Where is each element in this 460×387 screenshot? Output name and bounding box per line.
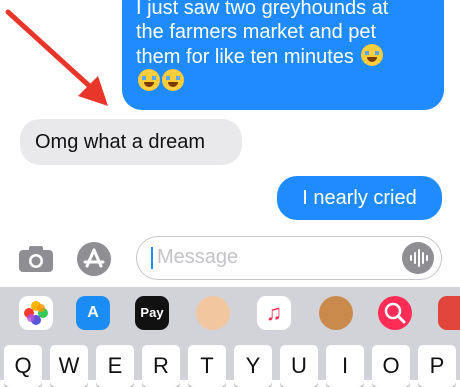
crying-face-emoji-icon [138, 69, 160, 91]
music-app-icon[interactable]: ♫ [257, 296, 291, 330]
key-u[interactable]: U [280, 345, 318, 387]
red-arrow-annotation [5, 9, 108, 106]
incoming-message-bubble[interactable]: Omg what a dream [20, 119, 242, 165]
app-store-app-icon[interactable]: A [76, 296, 110, 330]
key-y[interactable]: Y [234, 345, 272, 387]
waveform-icon[interactable] [402, 242, 434, 274]
memoji-app-icon[interactable] [196, 296, 230, 330]
message-line: I just saw two greyhounds at [136, 0, 389, 19]
key-t[interactable]: T [188, 345, 226, 387]
key-q[interactable]: Q [4, 345, 42, 387]
web-search-app-icon[interactable] [378, 296, 412, 330]
key-w[interactable]: W [50, 345, 88, 387]
app-store-icon[interactable] [77, 242, 111, 276]
key-e[interactable]: E [96, 345, 134, 387]
message-text: Omg what a dream [35, 131, 206, 153]
app-strip-overflow-icon[interactable] [438, 296, 460, 330]
photos-app-icon[interactable] [19, 296, 53, 330]
text-cursor [151, 247, 153, 269]
key-r[interactable]: R [142, 345, 180, 387]
crying-face-emoji-icon [361, 44, 384, 66]
key-i[interactable]: I [326, 345, 364, 387]
key-p[interactable]: P [418, 345, 456, 387]
apple-pay-app-icon[interactable]: Pay [135, 296, 169, 330]
animoji-app-icon[interactable] [319, 296, 353, 330]
crying-face-emoji-icon [162, 69, 184, 91]
key-o[interactable]: O [372, 345, 410, 387]
camera-icon[interactable] [18, 244, 54, 274]
photos-flower-icon [24, 301, 48, 325]
message-input[interactable]: Message [136, 236, 442, 280]
message-line: the farmers market and pet [136, 21, 377, 43]
message-text: I nearly cried [302, 187, 417, 209]
outgoing-message-bubble[interactable]: I nearly cried [277, 176, 442, 220]
message-placeholder: Message [157, 246, 239, 268]
outgoing-message-bubble[interactable]: I just saw two greyhounds at the farmers… [122, 0, 444, 110]
app-store-glyph-icon [83, 248, 105, 268]
message-line: them for like ten minutes [136, 46, 354, 68]
globe-search-icon [384, 302, 406, 324]
